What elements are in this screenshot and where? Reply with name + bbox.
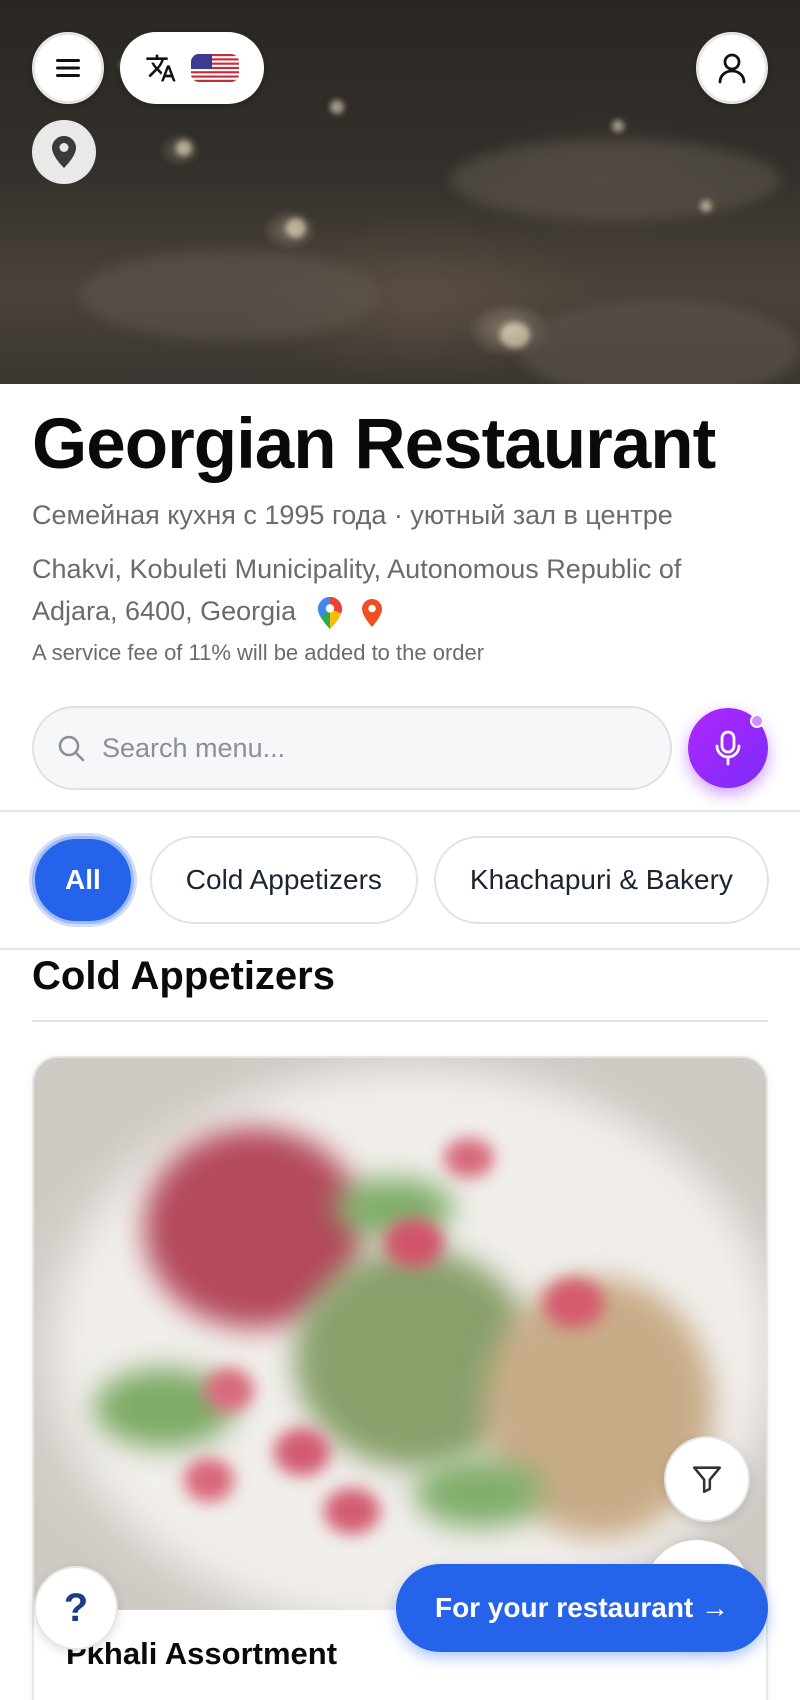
- search-bar[interactable]: [32, 706, 672, 790]
- hero-light: [500, 322, 530, 348]
- search-input[interactable]: [102, 732, 622, 764]
- location-button[interactable]: [32, 120, 96, 184]
- hero-light: [612, 120, 624, 132]
- translate-icon: [146, 54, 176, 82]
- profile-button[interactable]: [696, 32, 768, 104]
- section-title: Cold Appetizers: [32, 954, 335, 998]
- voice-search-button[interactable]: [688, 708, 768, 788]
- hamburger-menu-icon: [56, 59, 80, 77]
- category-chip-all[interactable]: All: [32, 836, 134, 924]
- help-button[interactable]: ?: [34, 1566, 118, 1650]
- language-selector[interactable]: [120, 32, 264, 104]
- category-chip-cold-appetizers[interactable]: Cold Appetizers: [149, 836, 418, 924]
- divider: [0, 948, 800, 950]
- restaurant-name: Georgian Restaurant: [32, 405, 716, 484]
- service-fee-note: A service fee of 11% will be added to th…: [32, 640, 485, 665]
- dish-name: Pkhali Assortment: [66, 1636, 338, 1671]
- hero-light: [176, 140, 192, 156]
- user-profile-icon: [718, 53, 746, 84]
- filter-icon: [692, 1466, 722, 1494]
- hero-light: [700, 200, 712, 212]
- google-maps-icon[interactable]: [317, 596, 342, 629]
- hero-light: [330, 100, 344, 114]
- hero-blur-table: [520, 300, 800, 384]
- restaurant-address: Chakvi, Kobuleti Municipality, Autonomou…: [32, 548, 772, 632]
- map-pin-icon: [52, 136, 76, 168]
- section-divider: [32, 1020, 768, 1022]
- hero-blur-table: [80, 250, 380, 340]
- hero-blur-table: [450, 140, 780, 220]
- maps-pin-icon[interactable]: [360, 597, 384, 629]
- mic-status-dot: [750, 714, 764, 728]
- dish-photo: [34, 1058, 766, 1610]
- hero-image: [0, 0, 800, 384]
- divider: [0, 810, 800, 812]
- us-flag-icon: [191, 54, 239, 82]
- microphone-icon: [715, 730, 741, 766]
- search-icon: [58, 735, 85, 762]
- category-tabs: All Cold Appetizers Khachapuri & Bakery: [32, 836, 769, 924]
- hero-light: [286, 218, 306, 238]
- for-your-restaurant-button[interactable]: For your restaurant →: [396, 1564, 768, 1652]
- filter-button[interactable]: [664, 1436, 750, 1522]
- category-chip-khachapuri-bakery[interactable]: Khachapuri & Bakery: [433, 836, 769, 924]
- restaurant-subtitle: Семейная кухня с 1995 года · уютный зал …: [32, 500, 673, 530]
- menu-button[interactable]: [32, 32, 104, 104]
